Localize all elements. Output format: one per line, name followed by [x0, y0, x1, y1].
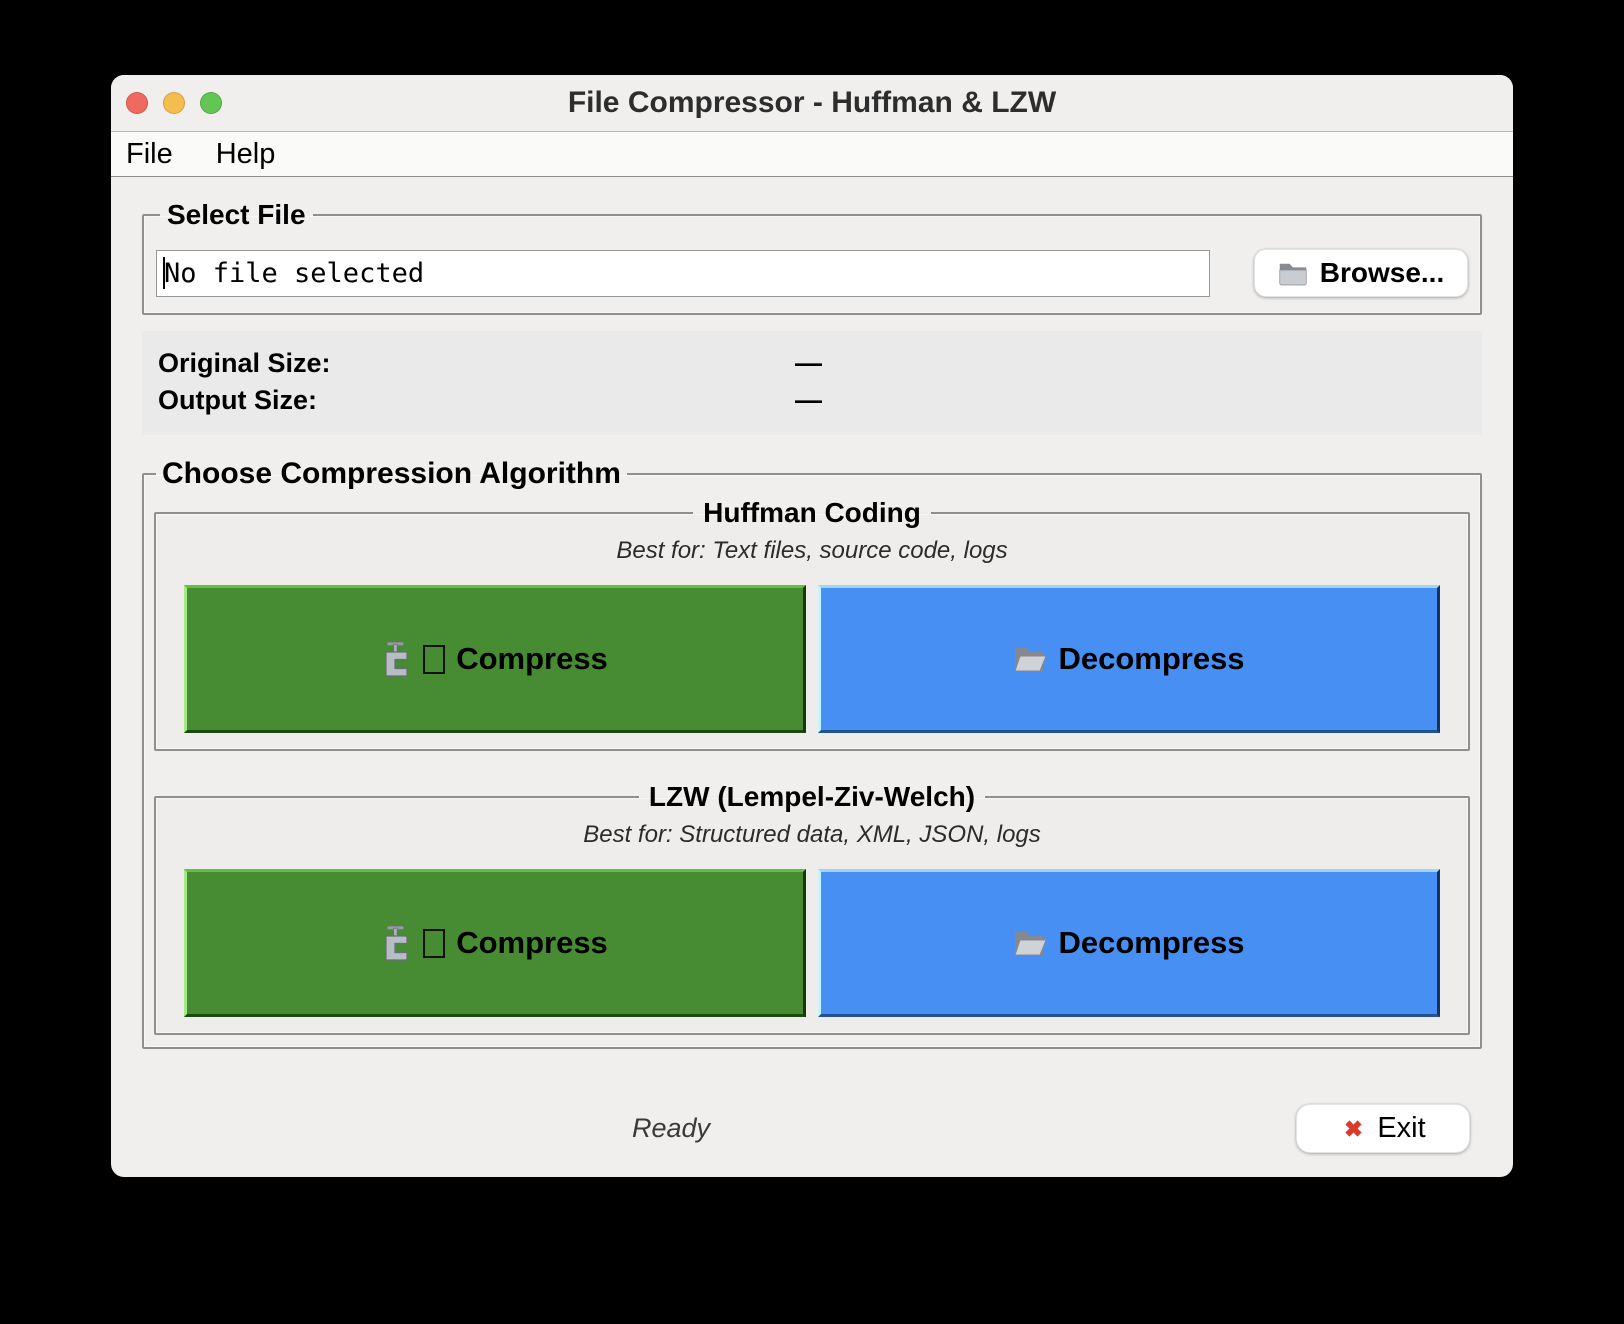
algorithm-frame-legend: Choose Compression Algorithm	[156, 457, 627, 491]
huffman-compress-button[interactable]: Compress	[184, 585, 806, 733]
clamp-icon	[382, 641, 412, 678]
zoom-window-button[interactable]	[200, 92, 222, 114]
lzw-compress-label: Compress	[456, 925, 608, 961]
menu-bar: File Help	[111, 132, 1513, 177]
open-folder-icon	[1013, 929, 1047, 957]
browse-button-label: Browse...	[1320, 257, 1444, 289]
output-size-label: Output Size:	[158, 382, 795, 419]
status-text: Ready	[632, 1113, 710, 1144]
file-row: No file selected Browse...	[156, 249, 1468, 297]
lzw-subtitle: Best for: Structured data, XML, JSON, lo…	[184, 821, 1440, 849]
clamp-icon	[382, 925, 412, 962]
status-row: Ready Exit	[142, 1089, 1482, 1177]
missing-glyph-box	[423, 929, 445, 958]
lzw-decompress-label: Decompress	[1058, 925, 1244, 961]
original-size-label: Original Size:	[158, 345, 795, 382]
traffic-lights	[126, 75, 222, 131]
lzw-legend: LZW (Lempel-Ziv-Welch)	[639, 781, 985, 813]
original-size-row: Original Size: —	[142, 345, 1482, 382]
lzw-button-row: Compress Decompress	[184, 869, 1440, 1017]
menu-help[interactable]: Help	[214, 138, 278, 171]
open-folder-icon	[1013, 645, 1047, 673]
title-bar: File Compressor - Huffman & LZW	[111, 75, 1513, 132]
red-x-icon	[1340, 1115, 1367, 1142]
huffman-section: Huffman Coding Best for: Text files, sou…	[154, 497, 1470, 751]
folder-icon	[1278, 261, 1308, 286]
lzw-compress-button[interactable]: Compress	[184, 869, 806, 1017]
browse-button[interactable]: Browse...	[1254, 249, 1468, 297]
file-path-value: No file selected	[164, 258, 424, 289]
menu-file[interactable]: File	[124, 138, 175, 171]
algorithm-frame: Choose Compression Algorithm Huffman Cod…	[142, 457, 1482, 1049]
output-size-value: —	[795, 382, 822, 419]
app-window: File Compressor - Huffman & LZW File Hel…	[111, 75, 1513, 1177]
huffman-compress-label: Compress	[456, 641, 608, 677]
lzw-decompress-button[interactable]: Decompress	[818, 869, 1440, 1017]
huffman-button-row: Compress Decompress	[184, 585, 1440, 733]
select-file-frame: Select File No file selected Browse...	[142, 199, 1482, 315]
lzw-section: LZW (Lempel-Ziv-Welch) Best for: Structu…	[154, 781, 1470, 1035]
exit-button-label: Exit	[1377, 1112, 1425, 1145]
output-size-row: Output Size: —	[142, 382, 1482, 419]
huffman-subtitle: Best for: Text files, source code, logs	[184, 537, 1440, 565]
close-window-button[interactable]	[126, 92, 148, 114]
huffman-legend: Huffman Coding	[693, 497, 931, 529]
select-file-legend: Select File	[160, 199, 313, 231]
huffman-decompress-button[interactable]: Decompress	[818, 585, 1440, 733]
original-size-value: —	[795, 345, 822, 382]
exit-button[interactable]: Exit	[1296, 1104, 1470, 1153]
size-info-panel: Original Size: — Output Size: —	[142, 331, 1482, 435]
missing-glyph-box	[423, 645, 445, 674]
file-path-input[interactable]: No file selected	[156, 250, 1210, 297]
main-content: Select File No file selected Browse...	[111, 199, 1513, 1177]
window-title: File Compressor - Huffman & LZW	[568, 86, 1056, 120]
minimize-window-button[interactable]	[163, 92, 185, 114]
huffman-decompress-label: Decompress	[1058, 641, 1244, 677]
